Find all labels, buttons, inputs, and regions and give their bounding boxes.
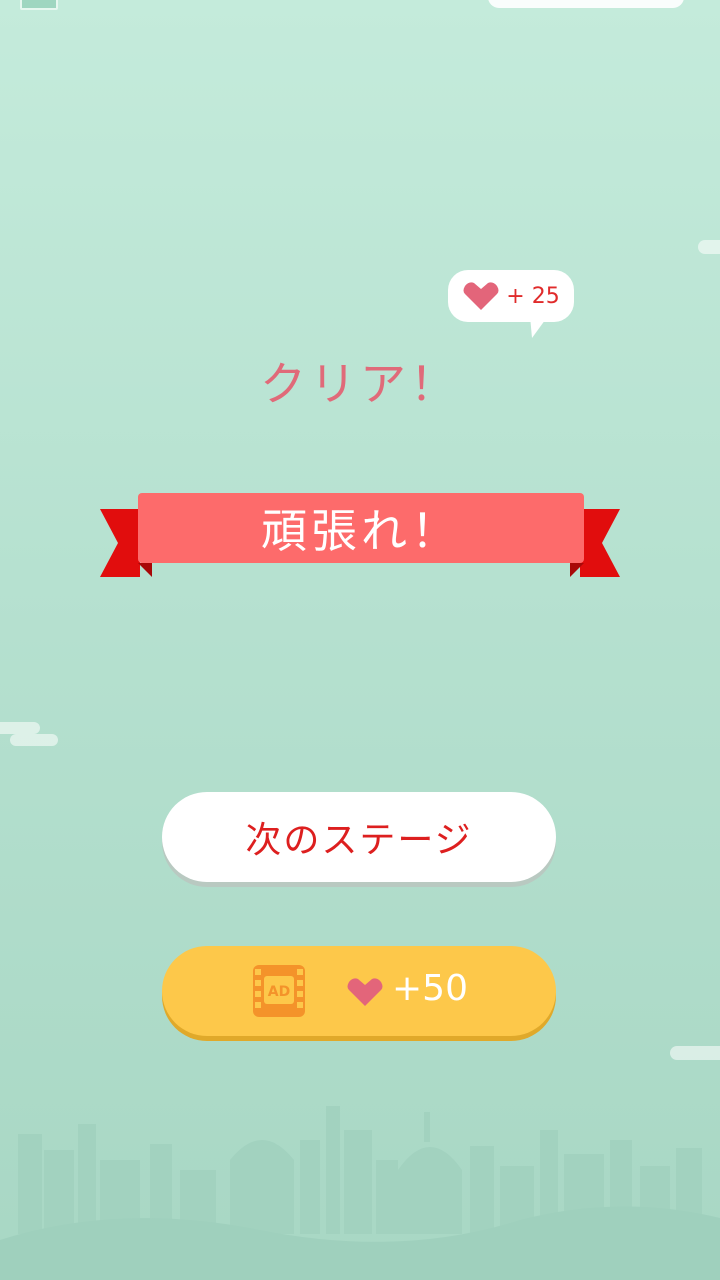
top-left-badge bbox=[20, 0, 58, 10]
cloud bbox=[0, 722, 40, 734]
bubble-tail bbox=[530, 316, 548, 338]
ad-icon-text: AD bbox=[268, 984, 290, 1000]
cloud bbox=[670, 1046, 720, 1060]
watch-ad-button[interactable]: AD +50 bbox=[162, 946, 556, 1036]
next-stage-button[interactable]: 次のステージ bbox=[162, 792, 556, 882]
heart-icon bbox=[463, 282, 499, 310]
top-right-pill bbox=[488, 0, 684, 8]
result-ribbon: 頑張れ！ bbox=[100, 493, 620, 583]
reward-bubble: + 25 bbox=[448, 270, 574, 338]
city-skyline bbox=[0, 1106, 720, 1280]
clear-title: クリア！ bbox=[260, 357, 460, 411]
ad-video-icon: AD bbox=[253, 965, 305, 1017]
cloud bbox=[10, 734, 58, 746]
ad-reward-text: +50 bbox=[392, 968, 468, 1009]
next-stage-label: 次のステージ bbox=[245, 820, 473, 861]
ribbon-band: 頑張れ！ bbox=[138, 493, 584, 563]
heart-icon bbox=[347, 978, 383, 1006]
ribbon-text: 頑張れ！ bbox=[261, 504, 461, 558]
cloud bbox=[698, 240, 720, 254]
reward-bubble-text: + 25 bbox=[506, 283, 560, 309]
